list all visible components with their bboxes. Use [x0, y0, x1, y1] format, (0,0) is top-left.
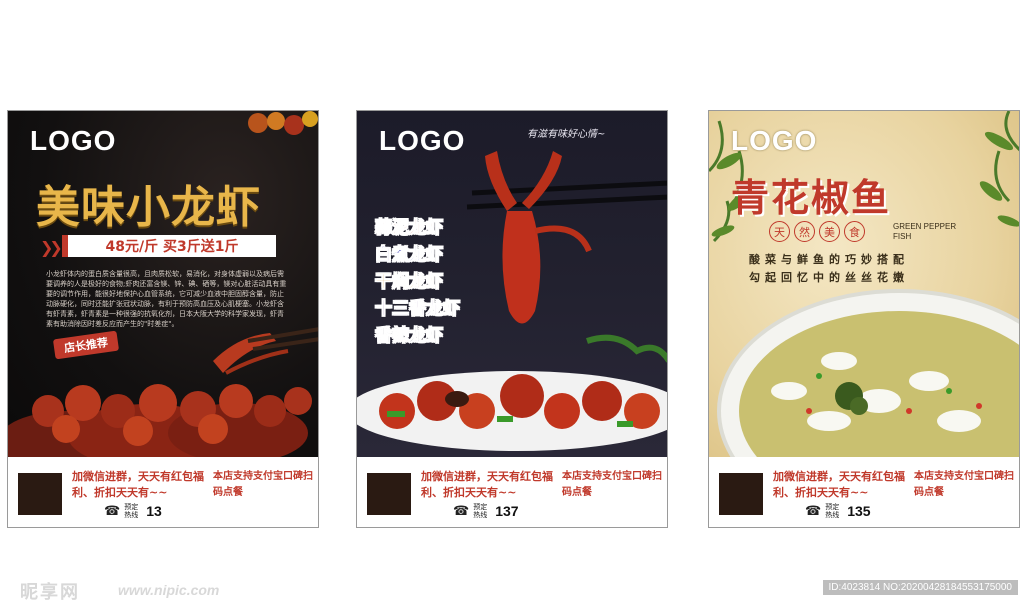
phone-label: 预定热线 [825, 503, 840, 519]
tag-circle: 天 [769, 221, 790, 242]
tagline: 酸菜与鲜鱼的巧妙搭配 勾起回忆中的丝丝花嫩 [749, 251, 909, 287]
wechat-promo: 加微信进群，天天有红包福利、折扣天天有~~ [72, 470, 204, 499]
menu-item: 白煮龙虾 [375, 245, 444, 266]
phone-number: 13 [146, 503, 162, 519]
poster-footer: 加微信进群，天天有红包福利、折扣天天有~~ 本店支持支付宝口碑扫码点餐 ☎ 预定… [8, 457, 318, 527]
payment-note: 本店支持支付宝口碑扫码点餐 [914, 471, 1014, 498]
wechat-promo: 加微信进群，天天有红包福利、折扣天天有~~ [421, 470, 553, 499]
crayfish-poster: LOGO 美味小龙虾 ❯❯ 48元/斤 买3斤送1斤 小龙虾体内的蛋白质含量很高… [7, 110, 319, 528]
poster-image-area: LOGO 青花椒鱼 天 然 美 食 GREEN PEPPER FISH 酸菜与鲜… [709, 111, 1019, 457]
price-banner: 48元/斤 买3斤送1斤 [62, 235, 276, 257]
poster-footer: 加微信进群，天天有红包福利、折扣天天有~~ 本店支持支付宝口碑扫码点餐 ☎ 预定… [357, 457, 667, 527]
poster-footer: 加微信进群，天天有红包福利、折扣天天有~~ 本店支持支付宝口碑扫码点餐 ☎ 预定… [709, 457, 1019, 527]
logo-text: LOGO [731, 125, 818, 156]
pepper-fish-poster: LOGO 青花椒鱼 天 然 美 食 GREEN PEPPER FISH 酸菜与鲜… [708, 110, 1020, 528]
telephone-icon: ☎ [805, 503, 822, 519]
poster-image-area: LOGO 美味小龙虾 ❯❯ 48元/斤 买3斤送1斤 小龙虾体内的蛋白质含量很高… [8, 111, 318, 457]
tagline-line: 酸菜与鲜鱼的巧妙搭配 [749, 253, 909, 266]
qr-code [367, 473, 411, 515]
phone-label: 预定热线 [124, 503, 139, 519]
logo-text: LOGO [30, 125, 117, 156]
menu-item: 十三香龙虾 [375, 299, 461, 320]
payment-note: 本店支持支付宝口碑扫码点餐 [562, 471, 662, 498]
poster-image-area: LOGO 有滋有味好心情~ 蒜泥龙虾 白煮龙虾 干焖龙虾 十三香龙虾 香辣龙虾 [357, 111, 667, 457]
phone-hotline: ☎ 预定热线 135 [805, 503, 871, 519]
phone-hotline: ☎ 预定热线 13 [104, 503, 162, 519]
qr-code [719, 473, 763, 515]
phone-number: 135 [847, 503, 871, 519]
slogan-text: 有滋有味好心情~ [527, 129, 606, 140]
english-name: GREEN PEPPER FISH [893, 222, 957, 241]
telephone-icon: ☎ [104, 503, 121, 519]
phone-label: 预定热线 [473, 503, 488, 519]
chevron-right-icon: ❯❯ [40, 238, 63, 257]
qr-code [18, 473, 62, 515]
menu-list: 蒜泥龙虾 白煮龙虾 干焖龙虾 十三香龙虾 香辣龙虾 [375, 215, 461, 350]
crayfish-menu-poster: LOGO 有滋有味好心情~ 蒜泥龙虾 白煮龙虾 干焖龙虾 十三香龙虾 香辣龙虾 … [356, 110, 668, 528]
telephone-icon: ☎ [453, 503, 470, 519]
phone-hotline: ☎ 预定热线 137 [453, 503, 519, 519]
site-url: www.nipic.com [118, 582, 220, 598]
tag-circle: 食 [844, 221, 865, 242]
logo-text: LOGO [379, 125, 466, 156]
menu-item: 干焖龙虾 [375, 272, 444, 293]
phone-number: 137 [495, 503, 519, 519]
poster-title: 美味小龙虾 [36, 182, 261, 233]
tag-circle: 然 [794, 221, 815, 242]
image-id-label: ID:4023814 NO:20200428184553175000 [822, 580, 1018, 595]
menu-item: 蒜泥龙虾 [375, 218, 444, 239]
watermark-bar: 昵享网 www.nipic.com ID:4023814 NO:20200428… [0, 574, 1024, 609]
site-logo: 昵享网 [20, 582, 80, 603]
menu-item: 香辣龙虾 [375, 326, 444, 347]
payment-note: 本店支持支付宝口碑扫码点餐 [213, 471, 313, 498]
tagline-line: 勾起回忆中的丝丝花嫩 [749, 271, 909, 284]
tag-circle: 美 [819, 221, 840, 242]
wechat-promo: 加微信进群，天天有红包福利、折扣天天有~~ [773, 470, 905, 499]
poster-title: 青花椒鱼 [731, 175, 892, 220]
tag-row: 天 然 美 食 [769, 221, 865, 242]
description-text: 小龙虾体内的蛋白质含量很高，且肉质松软，易消化，对身体虚弱以及病后需要调养的人是… [46, 270, 287, 328]
